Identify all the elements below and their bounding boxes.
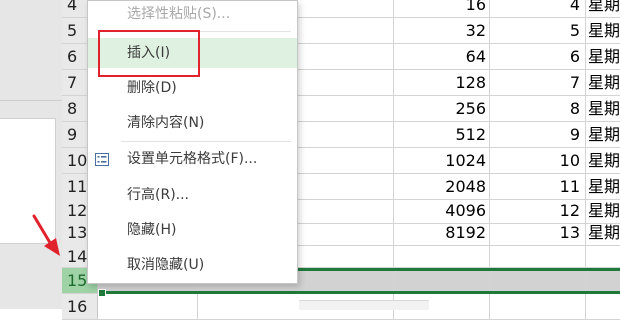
cell[interactable] xyxy=(490,244,586,267)
fill-handle[interactable] xyxy=(98,289,106,297)
menu-item-paste-special[interactable]: 选择性粘贴(S)... xyxy=(88,0,297,29)
cell[interactable]: 11 xyxy=(490,174,586,199)
cell[interactable]: 星期 xyxy=(586,70,620,95)
cell[interactable]: 9 xyxy=(490,122,586,147)
menu-item-row-height[interactable]: 行高(R)... xyxy=(88,180,297,210)
cell[interactable]: 星期 xyxy=(586,18,620,43)
menu-item-clear-contents[interactable]: 清除内容(N) xyxy=(88,108,297,138)
cell[interactable] xyxy=(586,294,620,319)
panel-divider xyxy=(0,100,62,101)
context-menu[interactable]: 选择性粘贴(S)... 插入(I) 删除(D) 清除内容(N) 设置单元格格式(… xyxy=(87,0,298,284)
menu-item-unhide[interactable]: 取消隐藏(U) xyxy=(88,250,297,280)
cell[interactable]: 5 xyxy=(490,18,586,43)
cell[interactable] xyxy=(586,268,620,293)
row-header[interactable]: 16 xyxy=(62,294,98,319)
left-panel xyxy=(0,0,62,309)
menu-item-delete[interactable]: 删除(D) xyxy=(88,73,297,103)
cell[interactable]: 512 xyxy=(394,122,490,147)
cell[interactable]: 8 xyxy=(490,96,586,121)
cell[interactable]: 6 xyxy=(490,44,586,69)
menu-item-insert[interactable]: 插入(I) xyxy=(88,38,297,68)
cell[interactable]: 32 xyxy=(394,18,490,43)
cell[interactable]: 256 xyxy=(394,96,490,121)
cell[interactable]: 星期 xyxy=(586,148,620,173)
cell[interactable]: 星期 xyxy=(586,174,620,199)
cell[interactable]: 128 xyxy=(394,70,490,95)
cell[interactable]: 2048 xyxy=(394,174,490,199)
cell[interactable]: 7 xyxy=(490,70,586,95)
cell[interactable]: 8192 xyxy=(394,220,490,245)
cell[interactable]: 星期 xyxy=(586,0,620,17)
menu-item-format-cells[interactable]: 设置单元格格式(F)... xyxy=(88,144,297,174)
cell[interactable] xyxy=(394,244,490,267)
cell[interactable] xyxy=(490,294,586,319)
cell[interactable]: 13 xyxy=(490,220,586,245)
cell[interactable]: 星期 xyxy=(586,220,620,245)
cell[interactable]: 星期 xyxy=(586,44,620,69)
cell[interactable]: 16 xyxy=(394,0,490,17)
menu-separator xyxy=(121,141,291,142)
cell[interactable]: 10 xyxy=(490,148,586,173)
cell[interactable] xyxy=(98,294,198,319)
cell[interactable] xyxy=(394,268,490,293)
menu-item-hide[interactable]: 隐藏(H) xyxy=(88,215,297,245)
menu-separator xyxy=(121,31,291,32)
cell[interactable]: 星期 xyxy=(586,96,620,121)
cell[interactable] xyxy=(586,244,620,267)
cell[interactable]: 64 xyxy=(394,44,490,69)
format-cells-icon xyxy=(95,153,109,166)
cell[interactable] xyxy=(490,268,586,293)
cell[interactable]: 4 xyxy=(490,0,586,17)
cell[interactable]: 星期 xyxy=(586,122,620,147)
menu-item-format-cells-label: 设置单元格格式(F)... xyxy=(127,151,258,167)
red-arrow-annotation xyxy=(32,214,60,256)
cell[interactable]: 1024 xyxy=(394,148,490,173)
